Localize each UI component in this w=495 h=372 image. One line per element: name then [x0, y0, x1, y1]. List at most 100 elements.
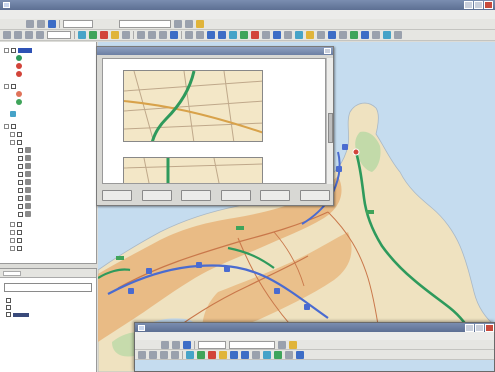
layer-node[interactable]: [4, 202, 94, 210]
hand-icon[interactable]: [14, 31, 22, 39]
layer-checkbox[interactable]: [18, 147, 23, 153]
open-icon[interactable]: [172, 340, 180, 349]
menu-item[interactable]: [209, 334, 219, 339]
layer-node[interactable]: [4, 154, 94, 162]
layer-checkbox[interactable]: [18, 155, 23, 161]
tool-icon[interactable]: [296, 350, 304, 359]
layer-checkbox[interactable]: [17, 237, 22, 243]
menu-item[interactable]: [57, 12, 67, 17]
pointer-icon[interactable]: [138, 350, 146, 359]
layer-node[interactable]: [4, 210, 94, 218]
dialog-scrollbar[interactable]: [326, 58, 333, 184]
menu-item[interactable]: [175, 334, 185, 339]
maximize-button[interactable]: [474, 1, 483, 9]
tool-icon[interactable]: [339, 31, 347, 39]
route-stop-marker[interactable]: [352, 148, 360, 156]
layer-checkbox[interactable]: [18, 211, 23, 217]
expand-toggle[interactable]: [10, 131, 15, 137]
layer-node[interactable]: [4, 220, 94, 228]
tool-icon[interactable]: [350, 31, 358, 39]
tool-icon[interactable]: [240, 31, 248, 39]
label-icon[interactable]: [111, 31, 119, 39]
tool-icon[interactable]: [284, 31, 292, 39]
layer-node[interactable]: [4, 62, 94, 70]
zoom-out-icon[interactable]: [36, 31, 44, 39]
route-icon[interactable]: [185, 20, 193, 28]
layer-checkbox[interactable]: [17, 139, 22, 145]
expand-toggle[interactable]: [10, 221, 15, 227]
layer-node[interactable]: [4, 146, 94, 154]
menu-item[interactable]: [74, 12, 84, 17]
expand-toggle[interactable]: [4, 47, 9, 53]
second-map-view[interactable]: [135, 360, 494, 371]
tool-icon[interactable]: [230, 350, 238, 359]
second-application-window[interactable]: [134, 322, 495, 372]
dialog-button[interactable]: [220, 190, 251, 201]
dropdown-2[interactable]: [119, 20, 171, 28]
close-button[interactable]: [484, 1, 493, 9]
new-icon[interactable]: [26, 20, 34, 28]
menu-item[interactable]: [40, 12, 50, 17]
list-item[interactable]: [6, 304, 90, 311]
maximize-button[interactable]: [475, 324, 484, 332]
tool-icon[interactable]: [207, 31, 215, 39]
list-checkbox[interactable]: [6, 305, 11, 310]
open-icon[interactable]: [37, 20, 45, 28]
new-icon[interactable]: [161, 340, 169, 349]
find-icon[interactable]: [174, 20, 182, 28]
menu-item[interactable]: [226, 334, 236, 339]
find-icon[interactable]: [278, 340, 286, 349]
highlight-icon[interactable]: [289, 340, 297, 349]
layer-node[interactable]: [4, 82, 94, 90]
tool-icon[interactable]: [262, 31, 270, 39]
hand-icon[interactable]: [149, 350, 157, 359]
layer-checkbox[interactable]: [17, 131, 22, 137]
layer-node[interactable]: [4, 194, 94, 202]
layer-checkbox[interactable]: [18, 187, 23, 193]
dropdown-2[interactable]: [229, 340, 275, 349]
save-icon[interactable]: [183, 340, 191, 349]
expand-toggle[interactable]: [10, 229, 15, 235]
layer-checkbox[interactable]: [18, 195, 23, 201]
layer-checkbox[interactable]: [11, 47, 16, 53]
list-checkbox[interactable]: [6, 298, 11, 303]
minimize-button[interactable]: [465, 324, 474, 332]
layer-icon[interactable]: [78, 31, 86, 39]
fill-icon[interactable]: [170, 31, 178, 39]
stop-icon[interactable]: [100, 31, 108, 39]
layer-node[interactable]: [4, 170, 94, 178]
expand-toggle[interactable]: [4, 123, 9, 129]
tool-icon[interactable]: [185, 31, 193, 39]
dialog-button[interactable]: [299, 190, 330, 201]
stop-icon[interactable]: [208, 350, 216, 359]
tool-icon[interactable]: [251, 31, 259, 39]
layer-checkbox[interactable]: [17, 229, 22, 235]
tool-icon[interactable]: [263, 350, 271, 359]
save-icon[interactable]: [48, 20, 56, 28]
dialog-button[interactable]: [181, 190, 212, 201]
measure-icon[interactable]: [122, 31, 130, 39]
tool-icon[interactable]: [328, 31, 336, 39]
layer-node[interactable]: [4, 110, 94, 118]
dialog-button[interactable]: [102, 190, 132, 201]
menu-item[interactable]: [91, 12, 101, 17]
pointer-icon[interactable]: [3, 31, 11, 39]
layer-node[interactable]: [4, 236, 94, 244]
layer-checkbox[interactable]: [17, 221, 22, 227]
label-icon[interactable]: [219, 350, 227, 359]
tool-icon[interactable]: [252, 350, 260, 359]
panel-combo[interactable]: [4, 283, 92, 292]
tool-icon[interactable]: [229, 31, 237, 39]
tool-icon[interactable]: [394, 31, 402, 39]
tool-icon[interactable]: [383, 31, 391, 39]
layer-node[interactable]: [4, 70, 94, 78]
layer-node[interactable]: [4, 244, 94, 252]
highlight-icon[interactable]: [196, 20, 204, 28]
close-button[interactable]: [485, 324, 494, 332]
expand-toggle[interactable]: [10, 139, 15, 145]
layer-node[interactable]: [4, 162, 94, 170]
layer-node[interactable]: [4, 46, 94, 54]
layer-checkbox[interactable]: [18, 163, 23, 169]
menu-item[interactable]: [108, 12, 118, 17]
layer-node[interactable]: [4, 178, 94, 186]
